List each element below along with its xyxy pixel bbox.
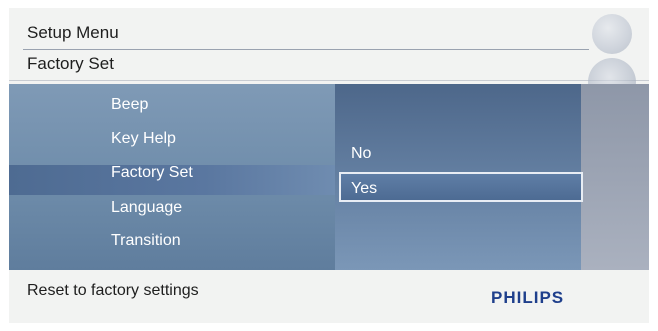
settings-dial-icon <box>592 14 632 54</box>
status-footer: Reset to factory settings PHILIPS <box>9 270 649 323</box>
right-edge-panel <box>581 84 649 270</box>
title-divider <box>23 49 589 50</box>
menu-item-language[interactable]: Language <box>111 196 182 220</box>
menu-item-transition[interactable]: Transition <box>111 229 181 253</box>
help-text: Reset to factory settings <box>27 282 199 299</box>
menu-item-key-help[interactable]: Key Help <box>111 127 176 151</box>
brand-logo: PHILIPS <box>491 288 565 307</box>
menu-breadcrumb: Factory Set <box>27 54 114 73</box>
menu-list-panel: Beep Key Help Factory Set Language Trans… <box>9 84 335 270</box>
menu-area: Beep Key Help Factory Set Language Trans… <box>9 84 649 270</box>
option-no[interactable]: No <box>341 139 583 169</box>
menu-header: Setup Menu Factory Set <box>9 8 649 84</box>
option-label: No <box>351 145 372 162</box>
option-label: Yes <box>351 180 378 197</box>
menu-item-factory-set[interactable]: Factory Set <box>111 161 193 185</box>
option-yes[interactable]: Yes <box>339 172 583 202</box>
photo-frame-screen: Setup Menu Factory Set Beep Key Help Fac… <box>9 8 649 323</box>
header-divider <box>9 80 649 81</box>
menu-item-beep[interactable]: Beep <box>111 93 148 117</box>
menu-title: Setup Menu <box>27 23 119 42</box>
